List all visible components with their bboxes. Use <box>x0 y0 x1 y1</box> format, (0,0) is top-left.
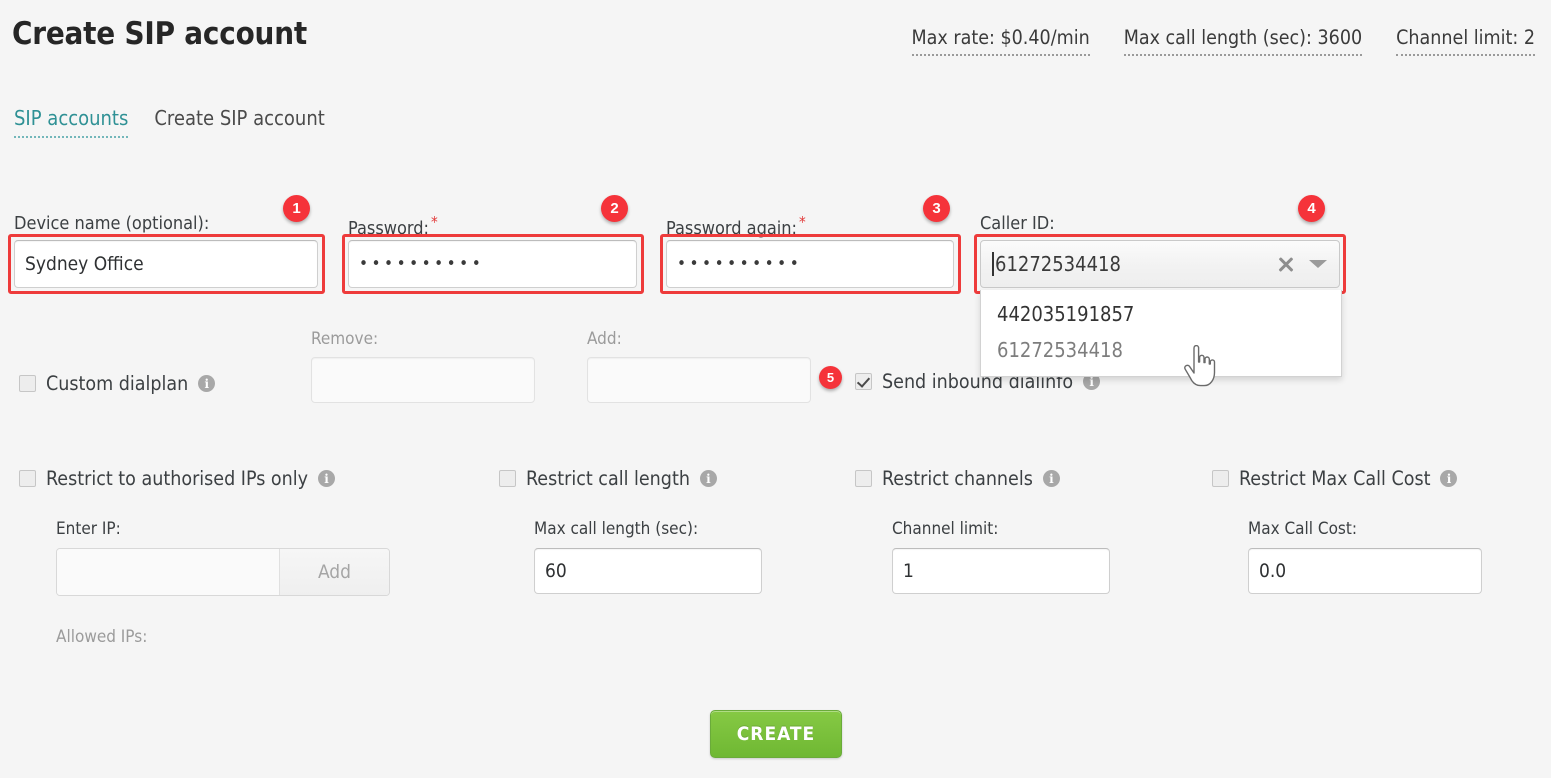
caller-id-combobox[interactable]: 61272534418 <box>980 240 1340 288</box>
tab-sip-accounts[interactable]: SIP accounts <box>14 106 129 138</box>
annotation-badge-2: 2 <box>601 195 628 222</box>
password-again-label-text: Password again: <box>666 218 798 239</box>
info-icon[interactable]: i <box>198 375 216 392</box>
caller-id-value: 61272534418 <box>992 252 1275 276</box>
add-label: Add: <box>587 329 622 349</box>
password-masked-value: •••••••••• <box>359 253 485 274</box>
stat-max-rate: Max rate: $0.40/min <box>911 26 1090 56</box>
enter-ip-label: Enter IP: <box>56 519 121 539</box>
info-icon[interactable]: i <box>699 470 717 487</box>
create-sip-account-page: Create SIP account Max rate: $0.40/min M… <box>0 0 1551 778</box>
restrict-ips-checkbox-row[interactable]: Restrict to authorised IPs only i <box>19 467 336 490</box>
password-again-label: Password again: * <box>666 213 806 239</box>
info-icon[interactable]: i <box>1440 470 1458 487</box>
password-required-mark: * <box>430 213 438 231</box>
max-call-length-label: Max call length (sec): <box>534 519 699 539</box>
caller-id-option-61272534418[interactable]: 61272534418 <box>981 332 1341 368</box>
remove-label: Remove: <box>311 329 379 349</box>
restrict-max-call-cost-checkbox[interactable] <box>1212 470 1229 487</box>
password-again-input[interactable]: •••••••••• <box>666 240 954 288</box>
device-name-label: Device name (optional): <box>14 213 210 234</box>
allowed-ips-label: Allowed IPs: <box>56 627 148 647</box>
enter-ip-input[interactable] <box>57 549 279 595</box>
password-input[interactable]: •••••••••• <box>348 240 637 288</box>
info-icon[interactable]: i <box>1042 470 1060 487</box>
channel-limit-input[interactable] <box>892 548 1110 594</box>
create-button[interactable]: CREATE <box>710 710 842 758</box>
restrict-max-call-cost-label: Restrict Max Call Cost <box>1239 467 1431 490</box>
annotation-badge-5: 5 <box>819 366 842 389</box>
restrict-call-length-label: Restrict call length <box>526 467 690 490</box>
chevron-down-icon[interactable] <box>1309 260 1327 268</box>
header-stats: Max rate: $0.40/min Max call length (sec… <box>911 26 1535 56</box>
send-inbound-checkbox[interactable] <box>855 373 872 390</box>
password-label-text: Password: <box>348 218 429 239</box>
custom-dialplan-checkbox-row[interactable]: Custom dialplan i <box>19 372 216 395</box>
password-label: Password: * <box>348 213 438 239</box>
add-input[interactable] <box>587 357 811 403</box>
annotation-badge-4: 4 <box>1298 195 1325 222</box>
custom-dialplan-label: Custom dialplan <box>46 372 189 395</box>
restrict-call-length-checkbox-row[interactable]: Restrict call length i <box>499 467 717 490</box>
restrict-call-length-checkbox[interactable] <box>499 470 516 487</box>
page-title: Create SIP account <box>12 16 308 52</box>
channel-limit-label: Channel limit: <box>892 519 999 539</box>
restrict-channels-label: Restrict channels <box>882 467 1033 490</box>
caller-id-label: Caller ID: <box>980 213 1055 234</box>
stat-max-call-length: Max call length (sec): 3600 <box>1123 26 1363 56</box>
caller-id-option-442035191857[interactable]: 442035191857 <box>981 296 1341 332</box>
password-again-masked-value: •••••••••• <box>677 253 803 274</box>
caller-id-dropdown-list[interactable]: 442035191857 61272534418 <box>980 290 1342 377</box>
restrict-channels-checkbox-row[interactable]: Restrict channels i <box>855 467 1060 490</box>
remove-input[interactable] <box>311 357 535 403</box>
max-call-length-input[interactable] <box>534 548 762 594</box>
device-name-input[interactable] <box>14 240 318 288</box>
info-icon[interactable]: i <box>318 470 336 487</box>
restrict-max-call-cost-checkbox-row[interactable]: Restrict Max Call Cost i <box>1212 467 1458 490</box>
add-ip-button[interactable]: Add <box>279 549 389 595</box>
restrict-ips-label: Restrict to authorised IPs only <box>46 467 309 490</box>
enter-ip-field-group[interactable]: Add <box>56 548 390 596</box>
restrict-ips-checkbox[interactable] <box>19 470 36 487</box>
password-again-required-mark: * <box>799 213 806 231</box>
restrict-channels-checkbox[interactable] <box>855 470 872 487</box>
stat-channel-limit: Channel limit: 2 <box>1396 26 1535 56</box>
custom-dialplan-checkbox[interactable] <box>19 375 36 392</box>
annotation-badge-3: 3 <box>923 195 950 222</box>
max-call-cost-label: Max Call Cost: <box>1248 519 1358 539</box>
annotation-badge-1: 1 <box>283 195 310 222</box>
close-icon[interactable] <box>1275 253 1297 275</box>
max-call-cost-input[interactable] <box>1248 548 1482 594</box>
tab-bar: SIP accounts Create SIP account <box>14 106 325 138</box>
tab-create-sip-account[interactable]: Create SIP account <box>154 106 324 136</box>
